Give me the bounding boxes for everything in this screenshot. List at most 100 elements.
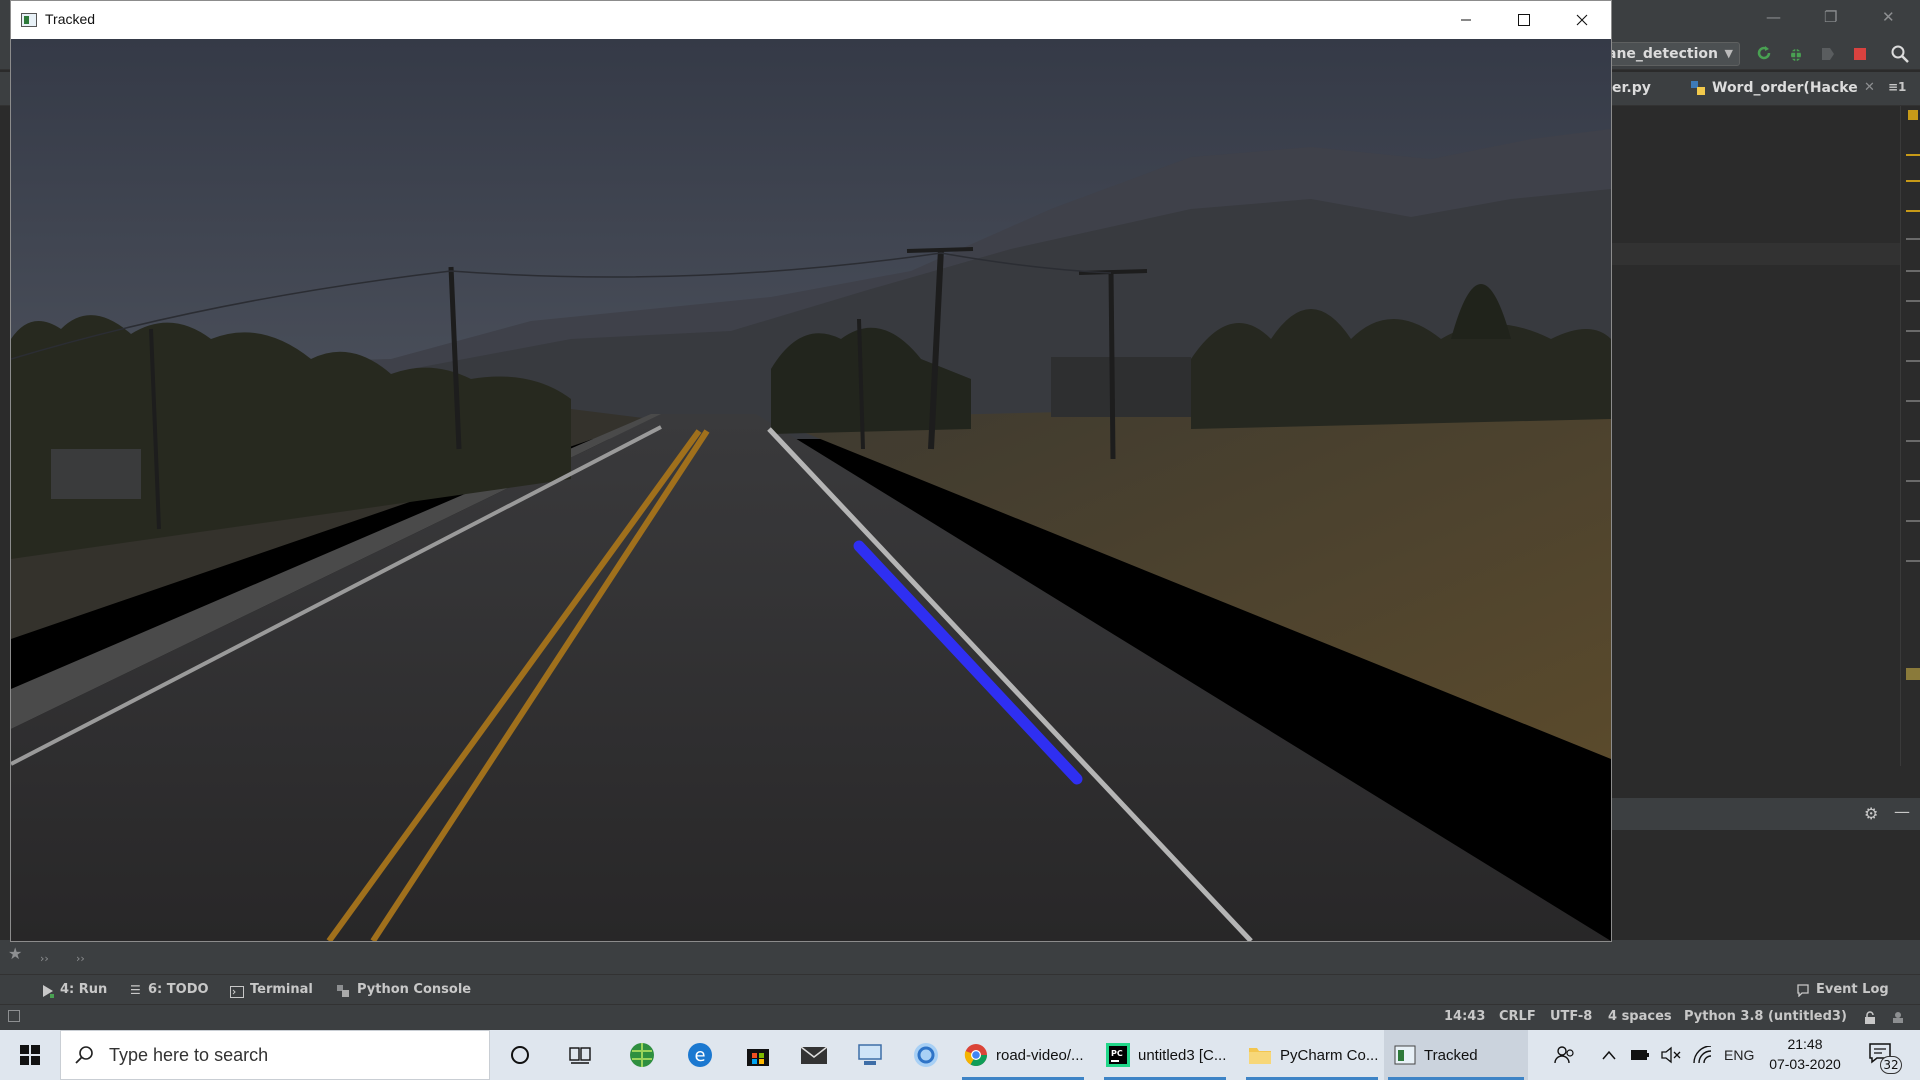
mail-icon xyxy=(800,1046,828,1064)
close-icon xyxy=(1576,14,1588,26)
rerun-icon[interactable] xyxy=(1754,44,1774,64)
clock[interactable]: 21:48 07-03-2020 xyxy=(1762,1034,1848,1074)
task-view-button[interactable] xyxy=(560,1030,600,1080)
battery-icon xyxy=(1631,1050,1649,1060)
caret-position[interactable]: 14:43 xyxy=(1444,1009,1485,1024)
close-button[interactable] xyxy=(1553,1,1611,39)
taskbar-app-network[interactable] xyxy=(848,1030,892,1080)
maximize-icon xyxy=(1518,14,1530,26)
tracked-titlebar[interactable]: Tracked xyxy=(11,1,1611,39)
taskbar-search-box[interactable]: Type here to search xyxy=(60,1030,490,1080)
run-configuration-dropdown[interactable]: ane_detection ▼ xyxy=(1600,42,1740,66)
language-label: ENG xyxy=(1724,1047,1755,1063)
event-log-icon xyxy=(1796,982,1810,1001)
cortana-icon xyxy=(511,1046,529,1064)
maximize-button[interactable] xyxy=(1495,1,1553,39)
tracked-app-icon xyxy=(1394,1045,1416,1065)
taskbar-app-browser[interactable] xyxy=(904,1030,948,1080)
show-hidden-icons-button[interactable] xyxy=(1602,1030,1616,1080)
tool-tab-python-console[interactable]: Python Console xyxy=(357,982,471,997)
search-placeholder: Type here to search xyxy=(109,1045,269,1065)
terminal-icon xyxy=(230,983,244,1002)
lock-icon[interactable] xyxy=(1864,1010,1876,1029)
taskbar-app-globe[interactable] xyxy=(620,1030,664,1080)
globe-icon xyxy=(630,1043,654,1067)
cortana-button[interactable] xyxy=(500,1030,540,1080)
taskbar-app-tracked[interactable]: Tracked xyxy=(1384,1030,1528,1080)
gutter-marker[interactable] xyxy=(1906,668,1920,680)
coverage-icon[interactable] xyxy=(1818,44,1838,64)
ide-side-strip xyxy=(0,940,1920,974)
battery-button[interactable] xyxy=(1630,1030,1650,1080)
svg-text:e: e xyxy=(694,1045,705,1066)
stop-icon[interactable] xyxy=(1850,44,1870,64)
editor-tab[interactable]: er.py xyxy=(1612,80,1651,96)
run-icon xyxy=(42,983,54,1002)
window-title: Tracked xyxy=(45,11,96,27)
ide-minimize-button[interactable]: — xyxy=(1766,8,1781,26)
taskbar-app-pycharm[interactable]: PC untitled3 [C... xyxy=(1100,1030,1230,1080)
toggle-tool-windows-icon[interactable] xyxy=(8,1010,20,1022)
warning-marker[interactable] xyxy=(1908,110,1918,120)
file-encoding[interactable]: UTF-8 xyxy=(1550,1009,1592,1024)
expand-chevron[interactable]: ›› xyxy=(76,952,85,965)
start-button[interactable] xyxy=(0,1030,60,1080)
wifi-button[interactable] xyxy=(1692,1030,1714,1080)
people-button[interactable] xyxy=(1554,1030,1576,1080)
store-icon xyxy=(747,1049,769,1066)
windows-logo-icon xyxy=(20,1045,40,1065)
volume-button[interactable] xyxy=(1660,1030,1682,1080)
debug-icon[interactable] xyxy=(1786,44,1806,64)
people-icon xyxy=(1554,1046,1574,1064)
chrome-icon xyxy=(964,1044,987,1066)
favorites-star-icon[interactable]: ★ xyxy=(8,944,22,963)
taskbar-app-edge[interactable]: e xyxy=(678,1030,722,1080)
close-tab-icon[interactable]: ✕ xyxy=(1864,80,1875,95)
editor-tab[interactable]: Word_order(Hacke xyxy=(1712,80,1858,96)
python-interpreter[interactable]: Python 3.8 (untitled3) xyxy=(1684,1009,1847,1024)
hide-panel-icon[interactable]: — xyxy=(1894,802,1910,821)
ide-restore-button[interactable]: ❐ xyxy=(1824,8,1837,26)
pycharm-icon: PC xyxy=(1106,1043,1130,1067)
taskbar-app-chrome[interactable]: road-video/... xyxy=(958,1030,1088,1080)
folder-icon xyxy=(1249,1048,1271,1064)
search-everywhere-icon[interactable] xyxy=(1890,44,1910,64)
clock-time: 21:48 xyxy=(1787,1036,1823,1052)
tool-tab-terminal[interactable]: Terminal xyxy=(250,982,313,997)
network-app-icon xyxy=(858,1044,882,1065)
road-scene-image xyxy=(11,39,1611,941)
run-configuration-label: ane_detection xyxy=(1607,46,1718,62)
taskbar-app-folder[interactable]: PyCharm Co... xyxy=(1242,1030,1382,1080)
edge-icon: e xyxy=(688,1043,712,1067)
taskbar-app-mail[interactable] xyxy=(792,1030,836,1080)
tracked-video-window: Tracked xyxy=(10,0,1612,942)
clock-date: 07-03-2020 xyxy=(1769,1056,1841,1072)
tab-list-menu[interactable]: ≡1 xyxy=(1888,80,1906,94)
tool-tab-todo[interactable]: 6: TODO xyxy=(148,982,209,997)
current-line-highlight xyxy=(1600,243,1900,265)
taskbar-app-store[interactable] xyxy=(736,1030,780,1080)
event-log-button[interactable]: Event Log xyxy=(1816,982,1889,997)
indent-setting[interactable]: 4 spaces xyxy=(1608,1009,1672,1024)
expand-chevron[interactable]: ›› xyxy=(40,952,49,965)
ide-close-button[interactable]: ✕ xyxy=(1882,8,1895,26)
task-view-icon xyxy=(569,1047,591,1064)
notification-count-badge: 32 xyxy=(1880,1056,1902,1074)
chevron-down-icon: ▼ xyxy=(1724,47,1733,60)
taskbar-app-label: road-video/... xyxy=(996,1046,1084,1064)
line-separator[interactable]: CRLF xyxy=(1499,1009,1536,1024)
tool-tab-run[interactable]: 4: Run xyxy=(60,982,107,997)
minimize-button[interactable] xyxy=(1437,1,1495,39)
taskbar-app-label: Tracked xyxy=(1424,1046,1478,1064)
language-indicator[interactable]: ENG xyxy=(1724,1030,1754,1080)
python-file-icon xyxy=(1690,80,1706,96)
memory-indicator-icon[interactable] xyxy=(1890,1009,1906,1029)
minimize-icon xyxy=(1461,19,1471,21)
wifi-icon xyxy=(1693,1046,1712,1064)
video-frame xyxy=(11,39,1611,941)
gear-icon[interactable]: ⚙ xyxy=(1864,804,1878,823)
volume-muted-icon xyxy=(1661,1046,1681,1064)
chevron-up-icon xyxy=(1602,1050,1616,1060)
taskbar-app-label: untitled3 [C... xyxy=(1138,1046,1227,1064)
search-icon xyxy=(75,1046,93,1064)
